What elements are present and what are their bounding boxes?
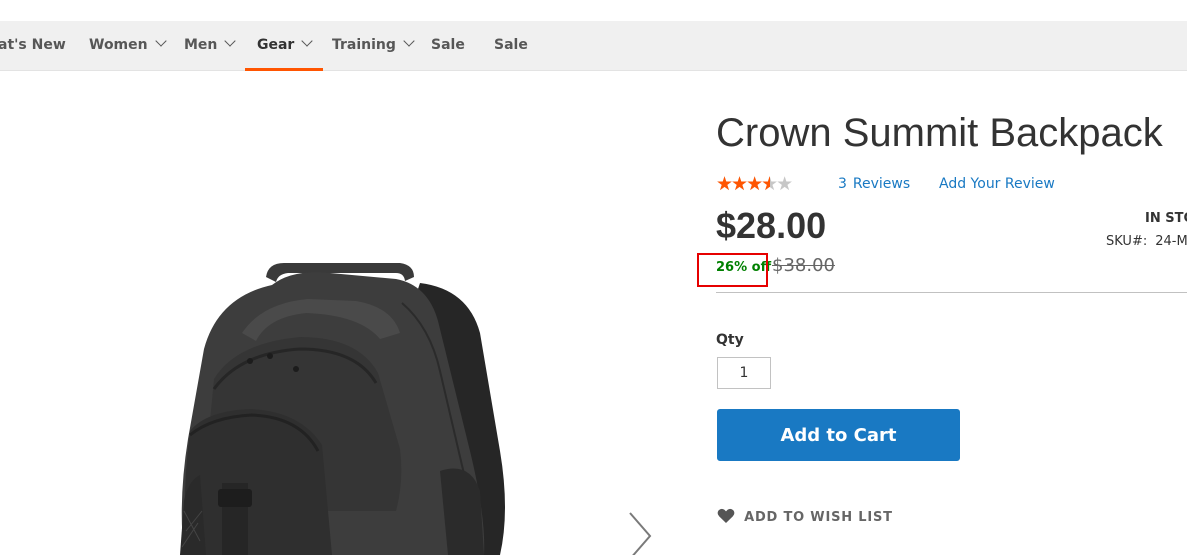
rating-stars-filled: ★★★★★ — [716, 173, 770, 195]
sku-label: SKU#: — [1106, 234, 1148, 249]
nav-item-label: Gear — [257, 37, 295, 53]
nav-item-sale-2[interactable]: Sale — [494, 21, 528, 70]
reviews-link[interactable]: 3 Reviews — [838, 175, 910, 193]
nav-item-whats-new[interactable]: at's New — [0, 21, 66, 70]
add-to-cart-button[interactable]: Add to Cart — [717, 409, 960, 461]
product-sku: SKU#: 24-M — [1106, 233, 1187, 251]
sku-value: 24-M — [1155, 234, 1187, 249]
nav-item-sale[interactable]: Sale — [431, 21, 465, 70]
nav-item-gear[interactable]: Gear — [244, 21, 324, 71]
stock-status: IN STO — [1145, 211, 1187, 226]
rating-stars: ★★★★★ ★★★★★ — [716, 173, 806, 195]
nav-item-women[interactable]: Women — [89, 21, 167, 70]
product-image[interactable] — [0, 71, 680, 555]
add-review-link[interactable]: Add Your Review — [939, 175, 1055, 193]
nav-item-label: Men — [184, 37, 218, 53]
qty-input[interactable] — [717, 357, 771, 389]
reviews-count: 3 — [838, 176, 847, 192]
add-to-wishlist-link[interactable]: ADD TO WISH LIST — [717, 507, 893, 527]
nav-item-label: Sale — [431, 37, 465, 53]
qty-label: Qty — [716, 332, 744, 348]
product-title: Crown Summit Backpack — [716, 111, 1163, 155]
wishlist-label: ADD TO WISH LIST — [744, 510, 893, 525]
chevron-down-icon — [301, 35, 314, 47]
nav-item-label: Women — [89, 37, 148, 53]
nav-item-label: Training — [332, 37, 396, 53]
nav-item-men[interactable]: Men — [184, 21, 237, 70]
heart-icon — [717, 508, 735, 523]
old-price: $38.00 — [772, 255, 835, 276]
product-price: $28.00 — [716, 205, 827, 246]
chevron-right-icon[interactable] — [624, 509, 656, 555]
nav-item-label: at's New — [0, 37, 66, 53]
reviews-label: Reviews — [852, 176, 911, 192]
chevron-down-icon — [154, 35, 167, 47]
product-gallery — [0, 71, 680, 555]
highlight-box — [697, 253, 768, 287]
divider — [716, 292, 1187, 293]
nav-item-training[interactable]: Training — [332, 21, 415, 70]
chevron-down-icon — [403, 35, 415, 47]
main-navigation: at's New Women Men Gear Training Sale Sa… — [0, 21, 1187, 71]
nav-item-label: Sale — [494, 37, 528, 53]
chevron-down-icon — [224, 35, 237, 47]
